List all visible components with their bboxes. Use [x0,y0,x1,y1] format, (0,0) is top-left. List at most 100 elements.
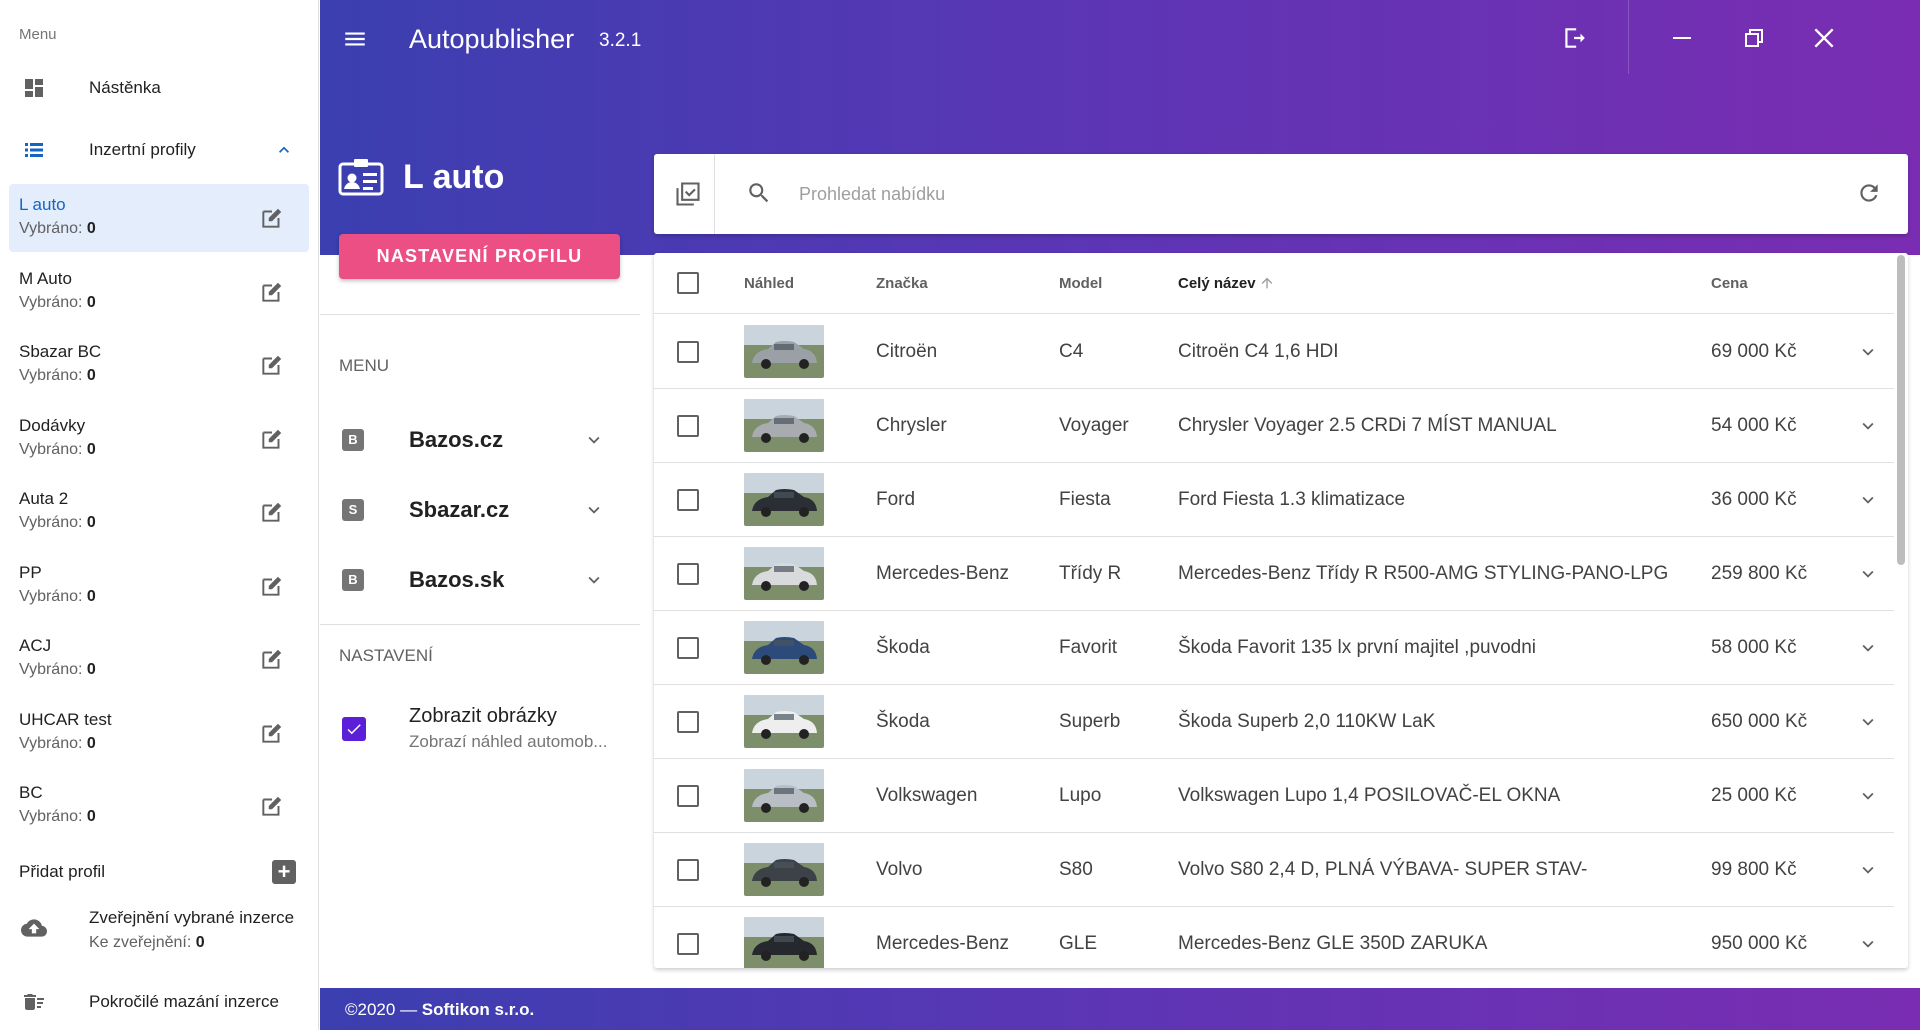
settings-caption: NASTAVENÍ [339,646,433,665]
edit-icon[interactable] [259,279,285,305]
chevron-down-icon[interactable] [1854,930,1882,958]
profile-item[interactable]: ACJ Vybráno: 0 [9,625,309,693]
profile-item[interactable]: L auto Vybráno: 0 [9,184,309,252]
publish-selected-ads[interactable]: Zveřejnění vybrané inzerce Ke zveřejnění… [0,900,318,960]
row-checkbox[interactable] [677,859,699,881]
edit-icon[interactable] [259,205,285,231]
profile-item[interactable]: M Auto Vybráno: 0 [9,258,309,326]
app-footer: ©2020 — Softikon s.r.o. [320,988,1920,1030]
chevron-down-icon[interactable] [1854,412,1882,440]
chevron-down-icon[interactable] [1854,338,1882,366]
divider [714,154,715,234]
table-row[interactable]: Chrysler Voyager Chrysler Voyager 2.5 CRDi… [654,389,1894,463]
cell-full-name: Škoda Favorit 135 lx první majitel ,puvo… [1178,637,1537,658]
drawer-item-dashboard[interactable]: Nástěnka [0,58,318,118]
edit-icon[interactable] [259,573,285,599]
refresh-icon[interactable] [1856,180,1884,208]
app-version: 3.2.1 [599,30,642,51]
profile-item-name: BC [19,783,43,802]
table-row[interactable]: Volkswagen Lupo Volkswagen Lupo 1,4 POSILO… [654,759,1894,833]
window-controls-divider [1628,0,1629,74]
cell-brand: Volkswagen [876,785,978,806]
column-header-model[interactable]: Model [1059,275,1102,292]
advanced-delete-ads[interactable]: Pokročilé mazání inzerce [0,985,318,1019]
setting-show-images[interactable]: Zobrazit obrázky Zobrazí náhled automob.… [320,700,640,760]
portal-item[interactable]: B Bazos.cz [320,410,640,470]
table-row[interactable]: Škoda Favorit Škoda Favorit 135 lx první m… [654,611,1894,685]
cell-brand: Mercedes-Benz [876,933,1010,954]
cell-brand: Škoda [876,637,930,658]
minimize-icon[interactable] [1666,22,1698,54]
profile-item[interactable]: BC Vybráno: 0 [9,772,309,840]
row-checkbox[interactable] [677,563,699,585]
edit-icon[interactable] [259,720,285,746]
chevron-down-icon[interactable] [1854,782,1882,810]
profile-item[interactable]: PP Vybráno: 0 [9,552,309,620]
edit-icon[interactable] [259,499,285,525]
edit-icon[interactable] [259,426,285,452]
row-checkbox[interactable] [677,711,699,733]
portal-item[interactable]: B Bazos.sk [320,550,640,610]
row-checkbox[interactable] [677,785,699,807]
cell-model: Superb [1059,711,1121,732]
column-header-preview[interactable]: Náhled [744,275,794,292]
profile-item[interactable]: Dodávky Vybráno: 0 [9,405,309,473]
scrollbar[interactable] [1897,255,1905,565]
profile-settings-button[interactable]: NASTAVENÍ PROFILU [339,234,620,279]
column-header-full-name-label: Celý název [1178,275,1256,292]
add-profile-button[interactable]: Přidat profil + [0,855,318,889]
cell-model: Třídy R [1059,563,1122,584]
portal-item[interactable]: S Sbazar.cz [320,480,640,540]
offers-table: Náhled Značka Model Celý název Cena Citr… [654,253,1908,968]
logout-icon[interactable] [1558,22,1590,54]
row-checkbox[interactable] [677,933,699,955]
table-row[interactable]: Ford Fiesta Ford Fiesta 1.3 klimatizace 36 … [654,463,1894,537]
drawer-item-ad-profiles[interactable]: Inzertní profily [0,120,318,180]
show-images-checkbox[interactable] [342,717,366,741]
column-header-brand[interactable]: Značka [876,275,928,292]
table-row[interactable]: Volvo S80 Volvo S80 2,4 D, PLNÁ VÝBAVA- SU… [654,833,1894,907]
chevron-down-icon[interactable] [580,566,608,594]
row-checkbox[interactable] [677,637,699,659]
search-input[interactable] [799,174,1799,214]
chevron-down-icon[interactable] [580,426,608,454]
chevron-up-icon[interactable] [270,136,298,164]
cell-brand: Volvo [876,859,923,880]
profile-item-selected: Vybráno: 0 [19,661,96,678]
cell-price: 99 800 Kč [1711,859,1797,880]
table-row[interactable]: Škoda Superb Škoda Superb 2,0 110KW LaK 650… [654,685,1894,759]
chevron-down-icon[interactable] [1854,486,1882,514]
table-row[interactable]: Citroën C4 Citroën C4 1,6 HDI 69 000 Kč [654,315,1894,389]
portal-badge-icon: S [342,499,364,521]
profile-item[interactable]: Sbazar BC Vybráno: 0 [9,331,309,399]
chevron-down-icon[interactable] [1854,856,1882,884]
row-checkbox[interactable] [677,415,699,437]
profile-item[interactable]: Auta 2 Vybráno: 0 [9,478,309,546]
chevron-down-icon[interactable] [580,496,608,524]
restore-icon[interactable] [1738,22,1770,54]
edit-icon[interactable] [259,793,285,819]
menu-icon[interactable] [342,26,368,52]
column-header-price[interactable]: Cena [1711,275,1748,292]
row-checkbox[interactable] [677,341,699,363]
cell-model: Favorit [1059,637,1118,658]
portal-badge-icon: B [342,429,364,451]
column-header-full-name[interactable]: Celý název [1178,275,1275,292]
select-all-icon[interactable] [674,180,702,208]
close-icon[interactable] [1808,22,1840,54]
row-checkbox[interactable] [677,489,699,511]
profile-item[interactable]: UHCAR test Vybráno: 0 [9,699,309,767]
search-icon [746,180,774,208]
chevron-down-icon[interactable] [1854,708,1882,736]
car-thumbnail [744,399,824,452]
select-all-checkbox[interactable] [677,272,699,294]
cloud-upload-icon [19,915,49,941]
table-row[interactable]: Mercedes-Benz Třídy R Mercedes-Benz Třídy … [654,537,1894,611]
menu-caption: MENU [339,356,390,375]
chevron-down-icon[interactable] [1854,634,1882,662]
edit-icon[interactable] [259,352,285,378]
edit-icon[interactable] [259,646,285,672]
table-row[interactable]: Mercedes-Benz GLE Mercedes-Benz GLE 350D Z… [654,907,1894,968]
chevron-down-icon[interactable] [1854,560,1882,588]
delete-sweep-icon [21,990,47,1014]
